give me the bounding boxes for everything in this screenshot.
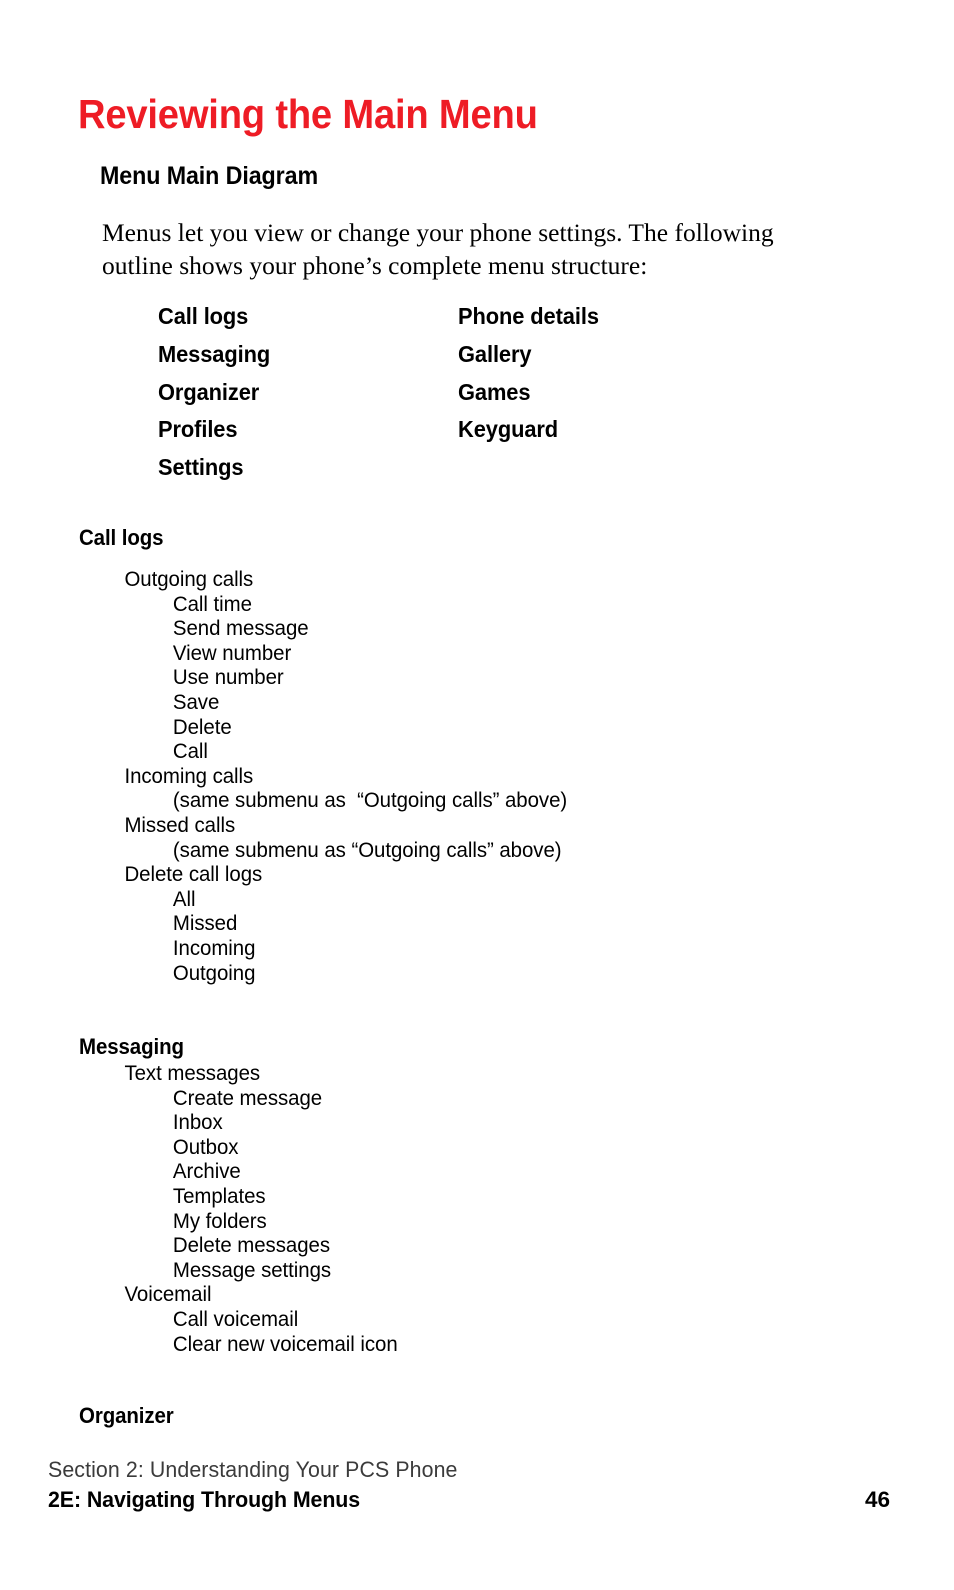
main-menu-item: Gallery xyxy=(458,340,532,367)
main-menu-item: Games xyxy=(458,378,531,405)
outline-row-level-1: Outgoing calls xyxy=(124,567,254,591)
main-menu-item: Settings xyxy=(158,454,244,481)
outline-row-level-2: Call xyxy=(172,739,208,764)
main-menu-right-column: Phone details Gallery Games Keyguard xyxy=(458,298,610,449)
outline-row-level-1: Voicemail xyxy=(124,1282,212,1307)
outline-row-level-2: Send message xyxy=(172,616,309,641)
outline-row-level-2: Save xyxy=(172,689,220,714)
main-menu-item: Organizer xyxy=(158,378,260,405)
outline-row-level-2: Call voicemail xyxy=(172,1306,299,1331)
footer-chapter-label: 2E: Navigating Through Menus xyxy=(48,1487,361,1512)
main-menu-item: Keyguard xyxy=(458,416,559,443)
outline-row-level-2: Delete xyxy=(172,714,232,739)
outline-row-level-2: Incoming xyxy=(172,935,256,960)
outline-row-level-2: View number xyxy=(172,640,292,665)
outline-row-level-2: (same submenu as “Outgoing calls” above) xyxy=(172,837,562,862)
outline-row-level-2: (same submenu as “Outgoing calls” above) xyxy=(172,788,568,813)
section-heading-call-logs: Call logs xyxy=(79,525,164,550)
outline-row-level-2: Missed xyxy=(172,911,238,936)
outline-row-level-1: Delete call logs xyxy=(124,862,263,887)
outline-row-level-2: Outgoing xyxy=(172,960,256,985)
outline-call-logs: Outgoing calls Call time Send message View … xyxy=(0,567,900,985)
outline-row-level-2: Outbox xyxy=(172,1134,239,1159)
outline-row-level-2: Message settings xyxy=(172,1257,332,1282)
outline-row-level-2: Inbox xyxy=(172,1110,223,1135)
outline-messaging: Text messages Create message Inbox Outbox Ar… xyxy=(0,1061,900,1356)
footer-page-number: 46 xyxy=(864,1487,890,1512)
section-subheading: Menu Main Diagram xyxy=(100,161,319,190)
intro-paragraph: Menus let you view or change your phone … xyxy=(102,217,774,280)
main-menu-left-column: Call logs Messaging Organizer Profiles Setti… xyxy=(158,298,279,487)
outline-row-level-2: Templates xyxy=(172,1183,266,1208)
main-menu-item: Call logs xyxy=(158,303,249,329)
section-heading-organizer: Organizer xyxy=(79,1403,174,1428)
outline-row-level-2: Call time xyxy=(172,591,252,616)
page-footer: Section 2: Understanding Your PCS Phone … xyxy=(48,1455,890,1513)
outline-row-level-1: Text messages xyxy=(124,1061,261,1085)
outline-row-level-2: Archive xyxy=(172,1159,241,1184)
outline-row-level-2: Create message xyxy=(172,1085,323,1110)
page-title: Reviewing the Main Menu xyxy=(78,91,538,138)
outline-row-level-1: Missed calls xyxy=(124,812,236,837)
outline-row-level-2: Use number xyxy=(172,665,284,690)
main-menu-item: Profiles xyxy=(158,416,238,443)
outline-row-level-2: Delete messages xyxy=(172,1233,331,1258)
footer-section-label: Section 2: Understanding Your PCS Phone xyxy=(48,1457,458,1482)
section-heading-messaging: Messaging xyxy=(79,1034,184,1059)
outline-row-level-2: All xyxy=(172,886,196,911)
outline-row-level-1: Incoming calls xyxy=(124,763,254,788)
document-page: Reviewing the Main Menu Menu Main Diagra… xyxy=(0,0,954,1590)
footer-bar: 2E: Navigating Through Menus 46 xyxy=(48,1487,890,1513)
outline-row-level-2: My folders xyxy=(172,1208,267,1233)
main-menu-item: Phone details xyxy=(458,303,599,329)
outline-row-level-2: Clear new voicemail icon xyxy=(172,1331,398,1356)
main-menu-item: Messaging xyxy=(158,340,271,367)
